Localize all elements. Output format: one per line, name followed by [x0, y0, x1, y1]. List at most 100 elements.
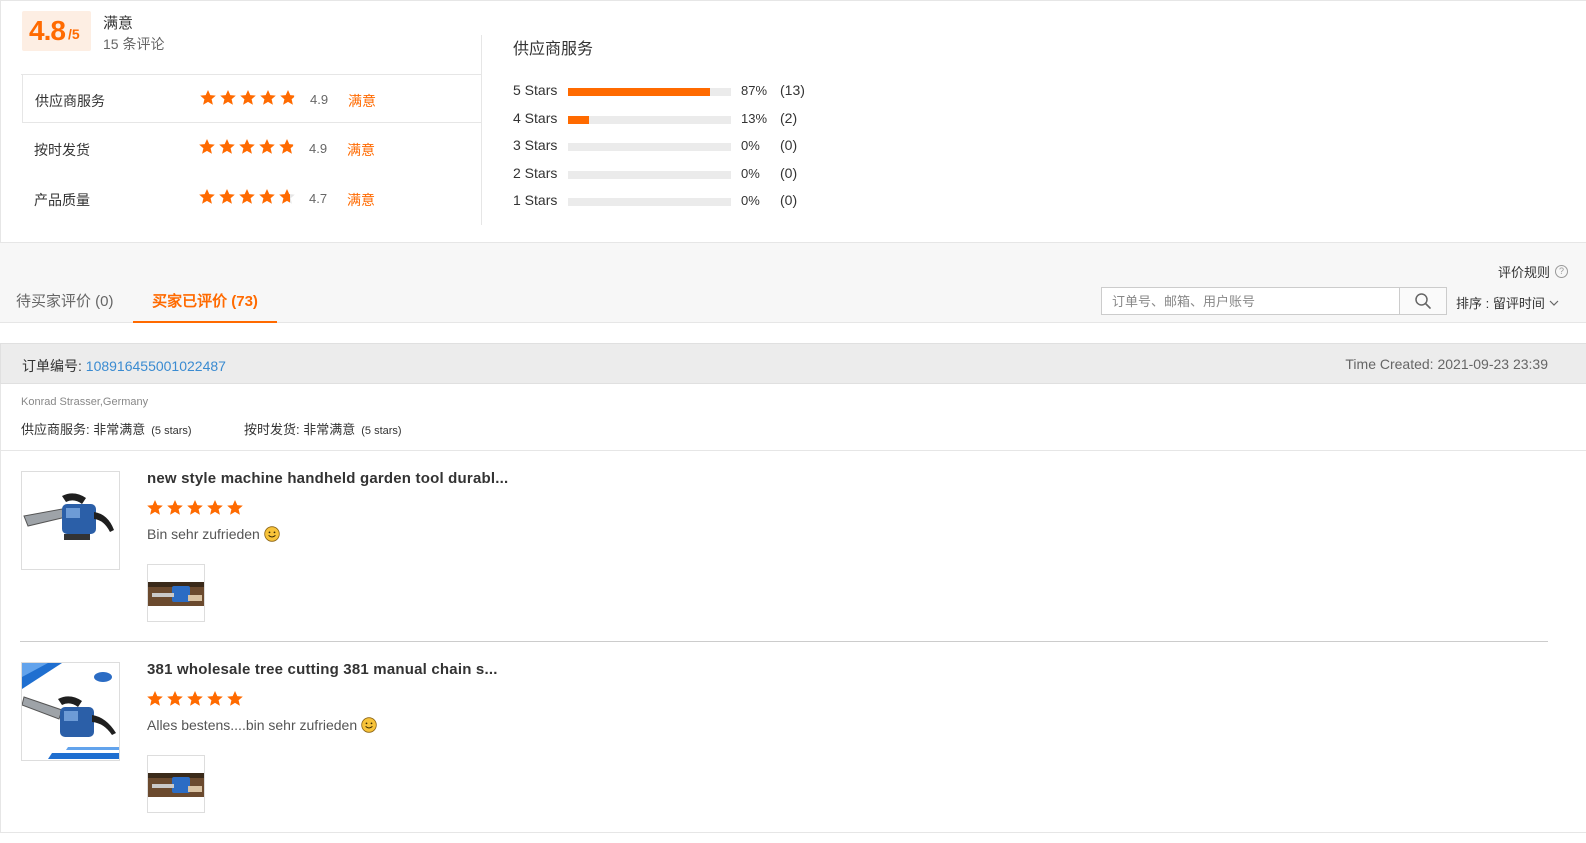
- rating-value: 4.7: [309, 191, 328, 206]
- star-icon: [147, 500, 163, 515]
- rating-label: 产品质量: [34, 192, 90, 208]
- review-comment-text: Alles bestens....bin sehr zufrieden: [147, 717, 358, 733]
- distribution-label: 1 Stars: [513, 192, 558, 208]
- star-icon: [187, 500, 203, 515]
- review-photo[interactable]: [147, 564, 205, 622]
- tab-buyer-reviewed[interactable]: 买家已评价 (73): [133, 290, 277, 323]
- supplier-service-rating: 供应商服务: 非常满意 (5 stars): [21, 419, 192, 438]
- order-number-link[interactable]: 108916455001022487: [86, 358, 226, 374]
- review-photo-image: [148, 756, 204, 812]
- order-number-label: 订单编号:: [22, 358, 86, 374]
- distribution-count: (0): [780, 192, 798, 208]
- star-icon: [260, 90, 276, 105]
- distribution-count: (13): [780, 82, 805, 98]
- rating-row-product-quality[interactable]: 产品质量 4.7 满意: [22, 174, 481, 223]
- distribution-label: 3 Stars: [513, 137, 558, 153]
- smile-emoji-icon: [361, 717, 377, 733]
- order-number-row: 订单编号: 108916455001022487: [22, 356, 226, 376]
- product-image[interactable]: [21, 662, 120, 761]
- search-field[interactable]: [1101, 287, 1400, 315]
- order-header: 订单编号: 108916455001022487 Time Created: 2…: [0, 343, 1586, 384]
- shipping-value: 非常满意: [303, 422, 356, 437]
- product-star-rating: [146, 690, 244, 710]
- star-icon: [239, 189, 255, 204]
- star-icon: [219, 139, 235, 154]
- distribution-percent: 13%: [741, 111, 768, 126]
- divider: [0, 832, 1586, 833]
- star-icon: [227, 691, 243, 706]
- review-comment: Bin sehr zufrieden: [147, 526, 280, 542]
- distribution-row: 3 Stars 0% (0): [513, 136, 833, 156]
- distribution-percent: 0%: [741, 193, 760, 208]
- product-title[interactable]: 381 wholesale tree cutting 381 manual ch…: [147, 661, 498, 678]
- shipping-label: 按时发货:: [244, 422, 304, 437]
- review-rules-label: 评价规则: [1497, 265, 1550, 280]
- time-created: Time Created: 2021-09-23 23:39: [1345, 356, 1548, 372]
- sort-dropdown[interactable]: 排序 : 留评时间: [1456, 293, 1559, 312]
- overall-score-max: /5: [68, 26, 80, 42]
- buyer-info: Konrad Strasser,Germany: [21, 396, 149, 408]
- rating-level: 满意: [347, 142, 375, 158]
- product-image[interactable]: [21, 471, 120, 570]
- search-icon: [1415, 293, 1431, 309]
- rating-row-on-time-shipping[interactable]: 按时发货 4.9 满意: [22, 124, 481, 173]
- review-rules-link[interactable]: 评价规则 ?: [1498, 262, 1568, 281]
- rating-value: 4.9: [310, 92, 329, 107]
- rating-row-supplier-service[interactable]: 供应商服务 4.9 满意: [22, 74, 481, 123]
- chainsaw-image: [22, 663, 119, 760]
- chainsaw-image: [22, 472, 119, 569]
- tab-pending-reviews[interactable]: 待买家评价 (0): [16, 290, 114, 323]
- star-rating: [198, 188, 296, 208]
- distribution-percent: 0%: [741, 138, 760, 153]
- distribution-count: (0): [780, 137, 798, 153]
- distribution-row: 5 Stars 87% (13): [513, 81, 833, 101]
- rating-level: 满意: [348, 93, 376, 109]
- star-icon: [279, 139, 295, 154]
- divider: [0, 450, 1586, 451]
- overall-score-badge: 4.8 /5: [22, 11, 91, 51]
- help-icon[interactable]: ?: [1555, 265, 1568, 278]
- star-icon: [279, 189, 295, 204]
- star-rating: [198, 138, 296, 158]
- star-icon: [240, 90, 256, 105]
- search-button[interactable]: [1399, 287, 1447, 315]
- distribution-track: [568, 143, 731, 151]
- review-photo-image: [148, 565, 204, 621]
- supplier-service-stars: (5 stars): [151, 425, 192, 437]
- star-icon: [167, 691, 183, 706]
- distribution-row: 4 Stars 13% (2): [513, 109, 833, 129]
- distribution-row: 2 Stars 0% (0): [513, 164, 833, 184]
- distribution-label: 4 Stars: [513, 110, 558, 126]
- rating-level: 满意: [347, 192, 375, 208]
- star-icon: [259, 139, 275, 154]
- distribution-bar: [568, 88, 710, 96]
- distribution-percent: 87%: [741, 83, 768, 98]
- star-icon: [199, 189, 215, 204]
- distribution-track: [568, 171, 731, 179]
- review-count: 15 条评论: [103, 36, 165, 52]
- distribution-count: (2): [780, 110, 798, 126]
- divider: [20, 641, 1548, 642]
- distribution-row: 1 Stars 0% (0): [513, 191, 833, 211]
- star-icon: [227, 500, 243, 515]
- review-comment: Alles bestens....bin sehr zufrieden: [147, 717, 377, 733]
- smile-emoji-icon: [264, 526, 280, 542]
- star-icon: [199, 139, 215, 154]
- review-comment-text: Bin sehr zufrieden: [147, 526, 260, 542]
- product-title[interactable]: new style machine handheld garden tool d…: [147, 470, 508, 487]
- distribution-bar: [568, 116, 590, 124]
- distribution-track: [568, 198, 731, 206]
- rating-summary-panel: 4.8 /5 满意 15 条评论 供应商服务 4.9 满意 按时发货 4.9 满…: [0, 0, 1586, 243]
- overall-level: 满意: [103, 15, 134, 32]
- rating-label: 供应商服务: [35, 93, 105, 109]
- star-icon: [219, 189, 235, 204]
- star-icon: [259, 189, 275, 204]
- distribution-title: 供应商服务: [513, 41, 594, 58]
- star-icon: [239, 139, 255, 154]
- review-card: [0, 384, 1586, 833]
- product-star-rating: [146, 499, 244, 519]
- star-icon: [220, 90, 236, 105]
- review-photo[interactable]: [147, 755, 205, 813]
- distribution-label: 5 Stars: [513, 82, 558, 98]
- search-input[interactable]: [1102, 288, 1399, 314]
